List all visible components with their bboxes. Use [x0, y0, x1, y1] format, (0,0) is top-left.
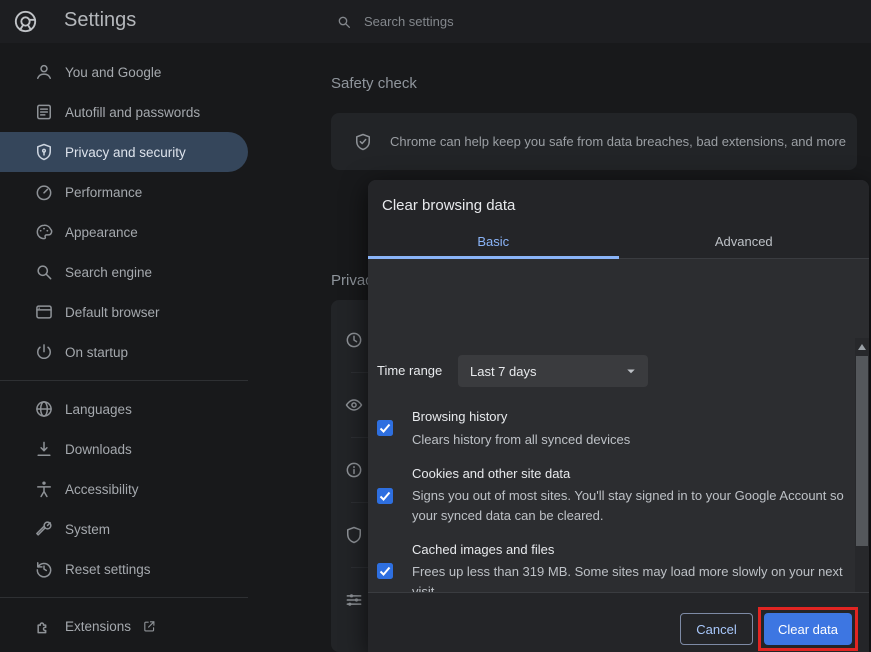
- sidebar-item-label: Privacy and security: [65, 145, 186, 160]
- site-settings-tune-icon[interactable]: [344, 590, 364, 610]
- sidebar-item-label: Default browser: [65, 305, 160, 320]
- page-title: Settings: [64, 9, 136, 32]
- security-shield-icon[interactable]: [344, 525, 364, 545]
- time-range-value: Last 7 days: [470, 364, 537, 379]
- sidebar-item-appearance[interactable]: Appearance: [0, 212, 248, 252]
- sidebar-item-extensions[interactable]: Extensions: [0, 606, 248, 646]
- time-range-label: Time range: [377, 355, 442, 387]
- browsing-history-checkbox[interactable]: [377, 420, 393, 436]
- person-icon: [34, 62, 54, 82]
- palette-icon: [34, 222, 54, 242]
- chrome-settings-page: Settings Search settings You and Google …: [0, 0, 871, 652]
- sidebar-item-autofill[interactable]: Autofill and passwords: [0, 92, 248, 132]
- sidebar-item-label: Performance: [65, 185, 142, 200]
- shield-icon: [34, 142, 54, 162]
- puzzle-icon: [34, 616, 54, 636]
- sidebar-item-label: Appearance: [65, 225, 138, 240]
- clear-data-button[interactable]: Clear data: [764, 613, 852, 645]
- search-icon: [336, 14, 352, 30]
- safety-check-text: Chrome can help keep you safe from data …: [390, 134, 846, 149]
- sidebar-item-label: Autofill and passwords: [65, 105, 200, 120]
- sidebar-item-label: System: [65, 522, 110, 537]
- open-in-new-icon: [142, 619, 157, 634]
- sidebar-divider: [0, 597, 248, 598]
- magnifier-icon: [34, 262, 54, 282]
- scrollbar-thumb[interactable]: [856, 356, 868, 546]
- safety-check-card: Chrome can help keep you safe from data …: [331, 113, 857, 170]
- shield-check-icon: [353, 132, 373, 152]
- option-label: Cookies and other site data: [412, 466, 570, 481]
- ads-privacy-icon[interactable]: [344, 460, 364, 480]
- scroll-up-arrow[interactable]: [855, 340, 869, 354]
- tab-advanced[interactable]: Advanced: [619, 224, 870, 259]
- sidebar-item-label: Accessibility: [65, 482, 139, 497]
- search-placeholder: Search settings: [364, 14, 454, 29]
- sidebar-item-downloads[interactable]: Downloads: [0, 429, 248, 469]
- autofill-icon: [34, 102, 54, 122]
- sidebar-item-languages[interactable]: Languages: [0, 389, 248, 429]
- dialog-header: Clear browsing data Basic Advanced: [368, 180, 869, 259]
- sidebar-item-on-startup[interactable]: On startup: [0, 332, 248, 372]
- sidebar-item-privacy-and-security[interactable]: Privacy and security: [0, 132, 248, 172]
- option-label: Cached images and files: [412, 542, 554, 557]
- safety-check-heading: Safety check: [331, 75, 417, 92]
- sidebar-item-search-engine[interactable]: Search engine: [0, 252, 248, 292]
- sidebar-item-label: Languages: [65, 402, 132, 417]
- search-settings-input[interactable]: Search settings: [336, 6, 856, 37]
- globe-icon: [34, 399, 54, 419]
- sidebar-item-label: Reset settings: [65, 562, 151, 577]
- browser-window-icon: [34, 302, 54, 322]
- download-icon: [34, 439, 54, 459]
- cancel-button[interactable]: Cancel: [680, 613, 753, 645]
- option-description: Clears history from all synced devices: [412, 430, 844, 450]
- option-description: Signs you out of most sites. You'll stay…: [412, 486, 844, 526]
- time-range-select[interactable]: Last 7 days: [458, 355, 648, 387]
- speedometer-icon: [34, 182, 54, 202]
- option-label: Browsing history: [412, 409, 507, 424]
- clear-browsing-data-icon[interactable]: [344, 330, 364, 350]
- cookies-checkbox[interactable]: [377, 488, 393, 504]
- sidebar-item-reset-settings[interactable]: Reset settings: [0, 549, 248, 589]
- sidebar-item-label: Search engine: [65, 265, 152, 280]
- dialog-body: Time range Last 7 days Browsing history …: [368, 259, 869, 592]
- chrome-logo-icon: [13, 9, 38, 34]
- sidebar-item-system[interactable]: System: [0, 509, 248, 549]
- sidebar-item-label: Downloads: [65, 442, 132, 457]
- dialog-title: Clear browsing data: [382, 197, 515, 214]
- clear-browsing-data-dialog: Clear browsing data Basic Advanced Time …: [368, 180, 869, 652]
- tab-basic[interactable]: Basic: [368, 224, 619, 259]
- chevron-down-icon: [622, 362, 640, 380]
- sidebar-item-label: On startup: [65, 345, 128, 360]
- power-icon: [34, 342, 54, 362]
- sidebar-item-default-browser[interactable]: Default browser: [0, 292, 248, 332]
- sidebar-item-label: You and Google: [65, 65, 161, 80]
- top-bar: Settings Search settings: [0, 0, 871, 43]
- sidebar-divider: [0, 380, 248, 381]
- cookies-eye-icon[interactable]: [344, 395, 364, 415]
- restore-icon: [34, 559, 54, 579]
- sidebar-item-you-and-google[interactable]: You and Google: [0, 52, 248, 92]
- sidebar-item-label: Extensions: [65, 619, 131, 634]
- accessibility-icon: [34, 479, 54, 499]
- dialog-footer: Cancel Clear data: [368, 592, 869, 652]
- cached-images-checkbox[interactable]: [377, 563, 393, 579]
- sidebar-item-accessibility[interactable]: Accessibility: [0, 469, 248, 509]
- wrench-icon: [34, 519, 54, 539]
- sidebar-item-performance[interactable]: Performance: [0, 172, 248, 212]
